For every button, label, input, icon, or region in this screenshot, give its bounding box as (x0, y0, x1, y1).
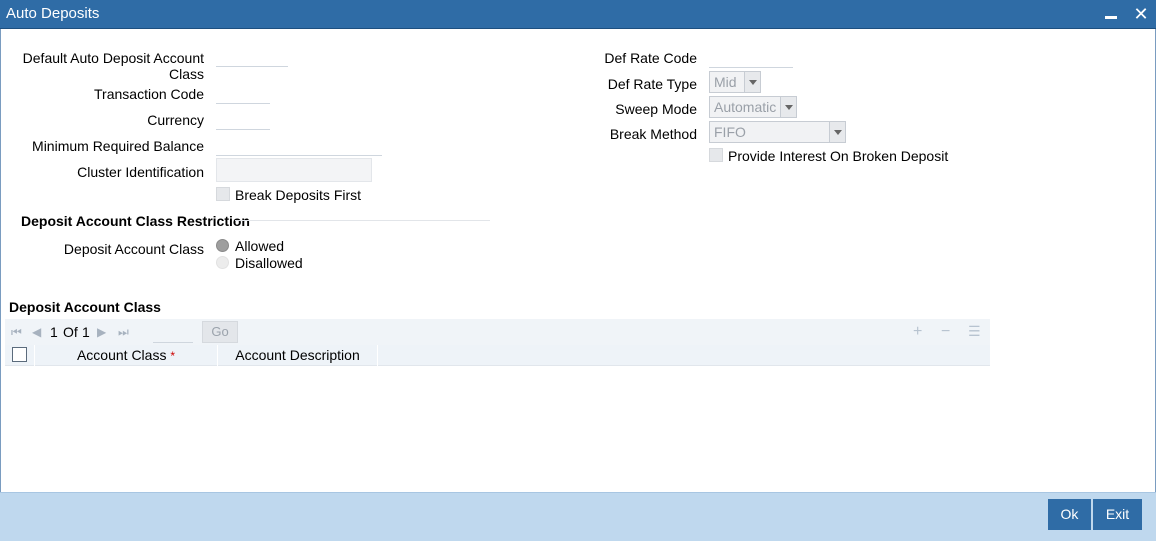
pager-current: 1 (50, 324, 58, 340)
break-deposits-first-checkbox[interactable] (216, 187, 230, 201)
close-button[interactable]: ✕ (1131, 4, 1151, 24)
section-divider (235, 220, 490, 221)
cluster-identification-input[interactable] (216, 158, 372, 182)
def-rate-code-input[interactable] (709, 44, 793, 68)
view-row-icon[interactable]: ☰ (968, 323, 981, 340)
provide-interest-checkbox[interactable] (709, 148, 723, 162)
sweep-mode-value: Automatic (714, 99, 777, 115)
chevron-down-icon (829, 122, 845, 142)
chevron-down-icon (780, 97, 796, 117)
label-line-1: Default Auto Deposit Account (22, 50, 204, 66)
transaction-code-label: Transaction Code (94, 86, 204, 102)
break-method-value: FIFO (714, 124, 746, 140)
ok-button[interactable]: Ok (1048, 499, 1091, 530)
next-page-icon[interactable]: ▶ (97, 325, 106, 339)
minimum-required-balance-input[interactable] (216, 132, 382, 156)
column-account-description[interactable]: Account Description (218, 345, 378, 366)
pager-of: Of (63, 324, 78, 340)
column-account-description-label: Account Description (235, 347, 360, 363)
restriction-section-title: Deposit Account Class Restriction (21, 213, 250, 229)
def-rate-type-value: Mid (714, 74, 737, 90)
required-mark: * (170, 349, 176, 363)
transaction-code-input[interactable] (216, 80, 270, 104)
deposit-account-class-restriction-label: Deposit Account Class (63, 241, 204, 257)
disallowed-label: Disallowed (235, 255, 303, 271)
sweep-mode-label: Sweep Mode (615, 101, 697, 117)
grid-section-title: Deposit Account Class (9, 299, 161, 315)
minimize-button[interactable] (1101, 4, 1121, 24)
go-button[interactable]: Go (202, 321, 238, 343)
minimize-icon (1105, 15, 1117, 19)
first-page-icon[interactable]: ⏮ (11, 325, 22, 340)
last-page-icon[interactable]: ⏭ (118, 325, 129, 340)
grid-toolbar: ⏮ ◀ 1 Of 1 ▶ ⏭ Go + − ☰ (5, 319, 990, 345)
break-method-select[interactable]: FIFO (709, 121, 846, 143)
select-all-checkbox[interactable] (12, 347, 27, 362)
currency-label: Currency (147, 112, 204, 128)
column-account-class-label: Account Class (76, 347, 167, 363)
previous-page-icon[interactable]: ◀ (32, 325, 41, 339)
disallowed-radio[interactable] (216, 256, 229, 269)
window-title: Auto Deposits (6, 5, 100, 22)
page-number-input[interactable] (153, 323, 193, 343)
break-deposits-first-label: Break Deposits First (235, 187, 362, 203)
grid-header: Account Class * Account Description (5, 345, 990, 366)
allowed-radio[interactable] (216, 239, 229, 252)
sweep-mode-select[interactable]: Automatic (709, 96, 797, 118)
exit-button[interactable]: Exit (1093, 499, 1142, 530)
break-method-label: Break Method (609, 126, 697, 142)
def-rate-type-select[interactable]: Mid (709, 71, 761, 93)
delete-row-icon[interactable]: − (941, 323, 950, 341)
select-all-cell (5, 345, 35, 366)
default-auto-deposit-account-class-input[interactable] (216, 43, 288, 67)
def-rate-type-label: Def Rate Type (607, 76, 697, 92)
minimum-required-balance-label: Minimum Required Balance (32, 138, 204, 154)
column-account-class[interactable]: Account Class * (35, 345, 218, 366)
allowed-label: Allowed (235, 238, 285, 254)
add-row-icon[interactable]: + (913, 323, 922, 341)
footer-bar: Ok Exit (0, 492, 1156, 541)
cluster-identification-label: Cluster Identification (77, 164, 204, 180)
provide-interest-label: Provide Interest On Broken Deposit (728, 148, 949, 164)
def-rate-code-label: Def Rate Code (604, 50, 697, 66)
currency-input[interactable] (216, 106, 270, 130)
chevron-down-icon (744, 72, 760, 92)
pager-total: 1 (82, 324, 90, 340)
default-auto-deposit-account-class-label: Default Auto Deposit Account Class (20, 50, 204, 82)
title-bar: Auto Deposits ✕ (0, 0, 1156, 29)
label-line-2: Class (168, 66, 204, 82)
close-icon: ✕ (1133, 4, 1149, 24)
